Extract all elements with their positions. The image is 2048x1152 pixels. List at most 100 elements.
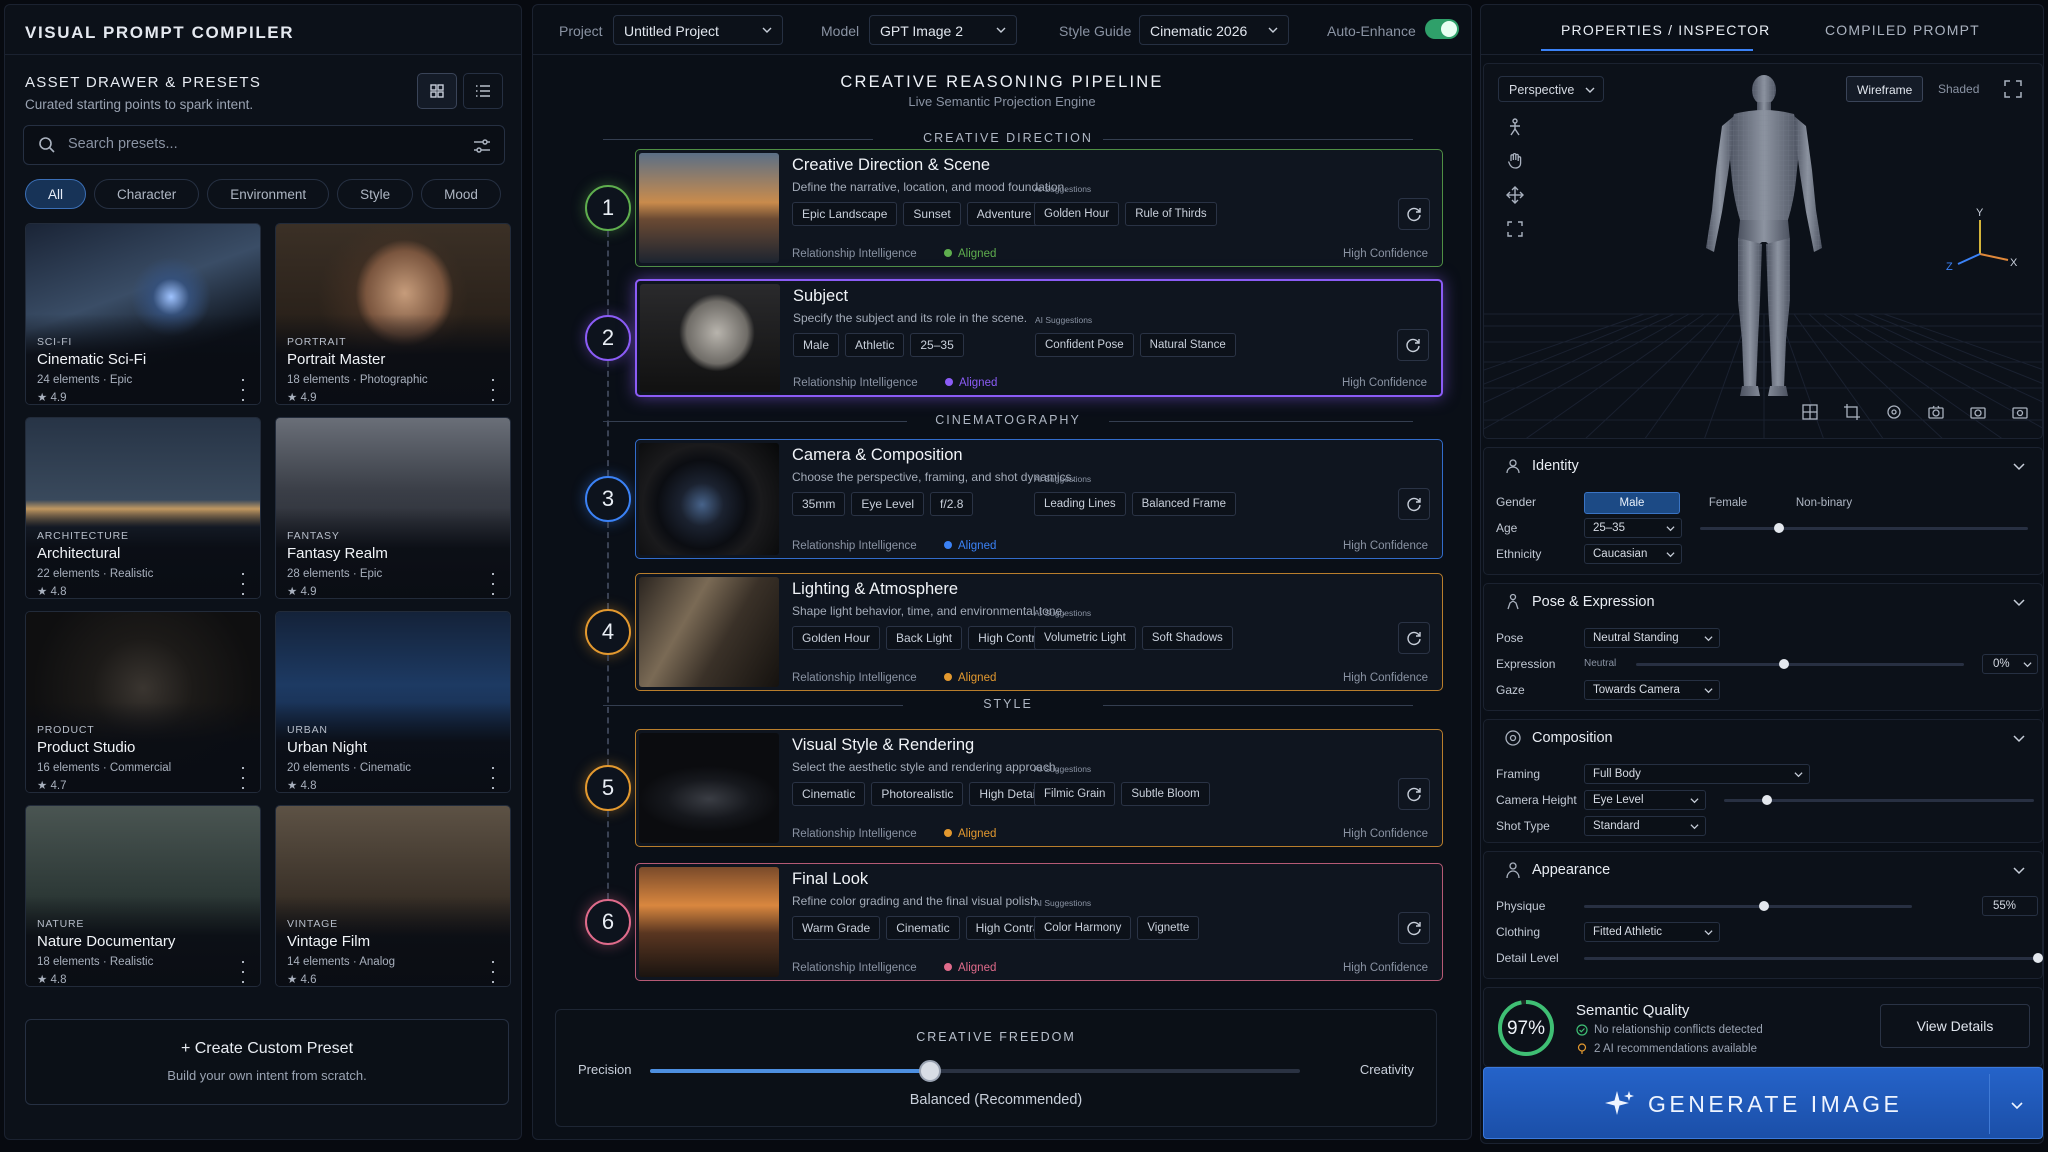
ai-suggestion-tag[interactable]: Confident Pose	[1035, 333, 1134, 357]
expression-percent-select[interactable]: 0%	[1982, 654, 2038, 674]
preset-card[interactable]: URBAN Urban Night 20 elements · Cinematic ★…	[275, 611, 511, 793]
more-options-icon[interactable]: · · ·	[490, 758, 496, 792]
pipeline-step-node[interactable]: 2	[585, 315, 631, 361]
screenshot-icon[interactable]	[2006, 398, 2034, 426]
step-tag[interactable]: Cinematic	[886, 916, 960, 940]
camera-snapshot-icon[interactable]	[1922, 398, 1950, 426]
framing-select[interactable]: Full Body	[1584, 764, 1810, 784]
more-options-icon[interactable]: · · ·	[490, 952, 496, 986]
bounding-box-icon[interactable]	[1838, 398, 1866, 426]
camera-height-select[interactable]: Eye Level	[1584, 790, 1706, 810]
ai-suggestion-tag[interactable]: Subtle Bloom	[1121, 782, 1210, 806]
tab-compiled-prompt[interactable]: COMPILED PROMPT	[1825, 22, 1980, 38]
more-options-icon[interactable]: · · ·	[490, 564, 496, 598]
more-options-icon[interactable]: · · ·	[240, 758, 246, 792]
refresh-button[interactable]	[1398, 778, 1430, 810]
more-options-icon[interactable]: · · ·	[240, 952, 246, 986]
render-camera-icon[interactable]	[1964, 398, 1992, 426]
step-tag[interactable]: f/2.8	[930, 492, 974, 516]
view-mode-select[interactable]: Perspective	[1498, 76, 1604, 102]
ai-suggestion-tag[interactable]: Natural Stance	[1139, 333, 1236, 357]
more-options-icon[interactable]: · · ·	[240, 370, 246, 404]
project-select[interactable]: Untitled Project	[613, 15, 783, 45]
model-select[interactable]: GPT Image 2	[869, 15, 1017, 45]
camera-height-slider[interactable]	[1724, 795, 2034, 805]
filter-chip-character[interactable]: Character	[94, 179, 200, 209]
refresh-button[interactable]	[1398, 912, 1430, 944]
ai-suggestion-tag[interactable]: Golden Hour	[1034, 202, 1120, 226]
step-tag[interactable]: Sunset	[903, 202, 961, 226]
tab-properties-inspector[interactable]: PROPERTIES / INSPECTOR	[1561, 22, 1770, 38]
appearance-section-header[interactable]: Appearance	[1484, 852, 2042, 886]
ai-suggestion-tag[interactable]: Vignette	[1137, 916, 1200, 940]
preset-card[interactable]: NATURE Nature Documentary 18 elements · Re…	[25, 805, 261, 987]
chevron-down-icon[interactable]	[2010, 1098, 2024, 1112]
composition-section-header[interactable]: Composition	[1484, 720, 2042, 754]
step-tag[interactable]: Eye Level	[851, 492, 925, 516]
more-options-icon[interactable]: · · ·	[490, 370, 496, 404]
pipeline-step-node[interactable]: 4	[585, 609, 631, 655]
preset-card[interactable]: VINTAGE Vintage Film 14 elements · Analog ★…	[275, 805, 511, 987]
pipeline-step-node[interactable]: 5	[585, 765, 631, 811]
clothing-select[interactable]: Fitted Athletic	[1584, 922, 1720, 942]
physique-slider-handle[interactable]	[1759, 901, 1770, 911]
freedom-slider[interactable]	[650, 1060, 1300, 1082]
frame-select-icon[interactable]	[1498, 212, 1532, 246]
filter-sliders-icon[interactable]	[472, 136, 492, 156]
pose-select[interactable]: Neutral Standing	[1584, 628, 1720, 648]
expression-slider-handle[interactable]	[1778, 659, 1789, 669]
list-view-button[interactable]	[463, 73, 503, 109]
grid-toggle-icon[interactable]	[1796, 398, 1824, 426]
pipeline-step-card[interactable]: Lighting & Atmosphere Shape light behavio…	[635, 573, 1443, 691]
view-details-button[interactable]: View Details	[1880, 1004, 2030, 1048]
step-tag[interactable]: 25–35	[910, 333, 964, 357]
gender-option-female[interactable]: Female	[1680, 492, 1776, 514]
ethnicity-select[interactable]: Caucasian	[1584, 544, 1682, 564]
preset-card[interactable]: ARCHITECTURE Architectural 22 elements · R…	[25, 417, 261, 599]
step-tag[interactable]: Cinematic	[792, 782, 866, 806]
pipeline-step-card[interactable]: Subject Specify the subject and its role …	[635, 279, 1443, 397]
pipeline-step-card[interactable]: Visual Style & Rendering Select the aesth…	[635, 729, 1443, 847]
ai-suggestion-tag[interactable]: Volumetric Light	[1034, 626, 1136, 650]
preset-card[interactable]: PRODUCT Product Studio 16 elements · Comme…	[25, 611, 261, 793]
step-tag[interactable]: Back Light	[886, 626, 963, 650]
age-slider[interactable]	[1700, 523, 2028, 533]
pose-tool-icon[interactable]	[1498, 110, 1532, 144]
filter-chip-environment[interactable]: Environment	[207, 179, 330, 209]
pipeline-step-node[interactable]: 6	[585, 899, 631, 945]
focus-target-icon[interactable]	[1880, 398, 1908, 426]
more-options-icon[interactable]: · · ·	[240, 564, 246, 598]
preset-card[interactable]: SCI-FI Cinematic Sci-Fi 24 elements · Epic…	[25, 223, 261, 405]
detail-level-slider[interactable]	[1584, 953, 2043, 963]
refresh-button[interactable]	[1398, 198, 1430, 230]
preset-search-input[interactable]	[68, 136, 448, 152]
ai-suggestion-tag[interactable]: Filmic Grain	[1034, 782, 1116, 806]
age-select[interactable]: 25–35	[1584, 518, 1682, 538]
identity-section-header[interactable]: Identity	[1484, 448, 2042, 482]
gaze-select[interactable]: Towards Camera	[1584, 680, 1720, 700]
detail-level-slider-handle[interactable]	[2033, 953, 2043, 963]
pipeline-step-node[interactable]: 1	[585, 185, 631, 231]
pose-section-header[interactable]: Pose & Expression	[1484, 584, 2042, 618]
style-guide-select[interactable]: Cinematic 2026	[1139, 15, 1289, 45]
ai-suggestion-tag[interactable]: Soft Shadows	[1141, 626, 1233, 650]
auto-enhance-toggle[interactable]	[1425, 19, 1459, 39]
step-tag[interactable]: Epic Landscape	[792, 202, 898, 226]
ai-suggestion-tag[interactable]: Rule of Thirds	[1125, 202, 1217, 226]
gender-option-non-binary[interactable]: Non-binary	[1776, 492, 1872, 514]
step-tag[interactable]: Male	[793, 333, 840, 357]
refresh-button[interactable]	[1397, 329, 1429, 361]
3d-viewport[interactable]: Perspective Wireframe Shaded Y X Z	[1483, 63, 2043, 439]
filter-chip-all[interactable]: All	[25, 179, 87, 209]
camera-height-slider-handle[interactable]	[1762, 795, 1773, 805]
pipeline-step-card[interactable]: Final Look Refine color grading and the f…	[635, 863, 1443, 981]
ai-suggestion-tag[interactable]: Color Harmony	[1034, 916, 1132, 940]
ai-suggestion-tag[interactable]: Leading Lines	[1034, 492, 1126, 516]
shaded-mode-button[interactable]: Shaded	[1928, 76, 1989, 102]
gender-option-male[interactable]: Male	[1584, 492, 1680, 514]
filter-chip-mood[interactable]: Mood	[421, 179, 501, 209]
step-tag[interactable]: Athletic	[845, 333, 905, 357]
preset-card[interactable]: FANTASY Fantasy Realm 28 elements · Epic ★ …	[275, 417, 511, 599]
physique-slider[interactable]	[1584, 901, 1912, 911]
ai-suggestion-tag[interactable]: Balanced Frame	[1131, 492, 1236, 516]
